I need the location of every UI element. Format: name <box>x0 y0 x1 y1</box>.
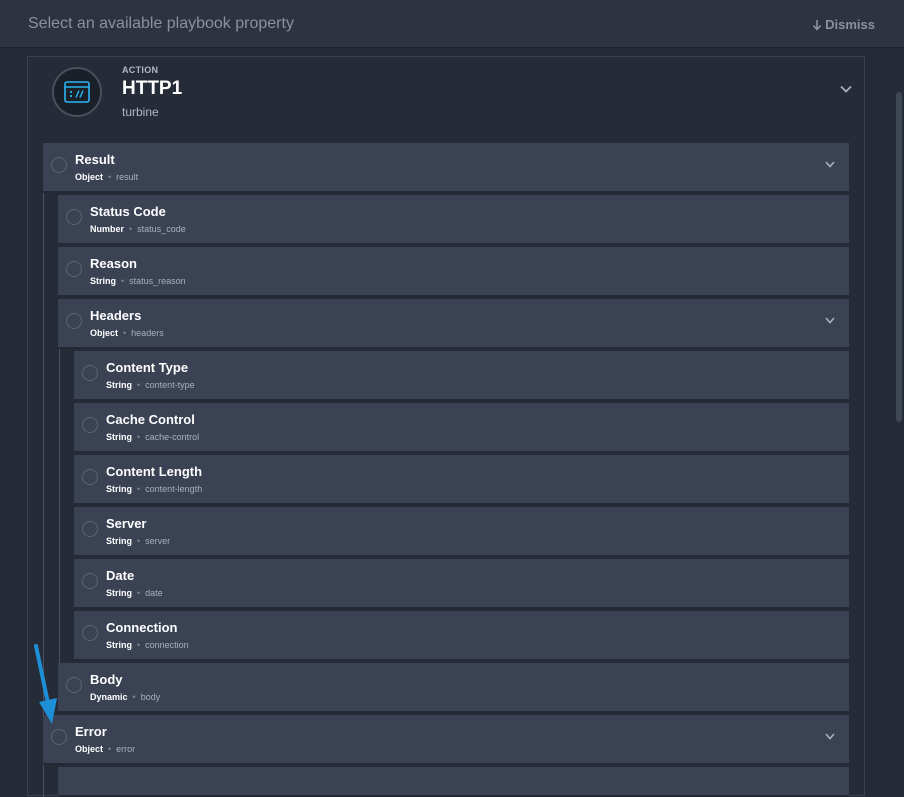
property-label: Content Type <box>106 360 189 375</box>
property-row-reason[interactable]: Reason String • status_reason <box>58 247 849 297</box>
chevron-down-icon[interactable] <box>825 317 835 324</box>
property-row-content-type[interactable]: Content Type String • content-type <box>74 351 849 401</box>
chevron-down-icon[interactable] <box>825 733 835 740</box>
property-meta: Object • error <box>75 744 136 754</box>
action-kind-label: ACTION <box>122 65 159 75</box>
property-row-partial[interactable] <box>58 767 849 797</box>
property-label: Error <box>75 724 107 739</box>
radio-button[interactable] <box>82 521 98 537</box>
property-meta: String • status_reason <box>90 276 186 286</box>
property-meta: String • server <box>106 536 171 546</box>
chevron-down-icon[interactable] <box>840 85 852 93</box>
radio-button[interactable] <box>82 365 98 381</box>
property-row-server[interactable]: Server String • server <box>74 507 849 557</box>
property-meta: Number • status_code <box>90 224 186 234</box>
radio-button[interactable] <box>82 625 98 641</box>
annotation-arrow-icon <box>34 644 57 724</box>
property-meta: Object • headers <box>90 328 164 338</box>
page-title: Select an available playbook property <box>28 15 294 32</box>
property-row-connection[interactable]: Connection String • connection <box>74 611 849 661</box>
property-meta: String • cache-control <box>106 432 200 442</box>
property-label: Content Length <box>106 464 203 479</box>
property-row-headers[interactable]: Headers Object • headers <box>58 299 849 349</box>
radio-button[interactable] <box>51 157 67 173</box>
property-row-error[interactable]: Error Object • error <box>43 715 849 765</box>
property-label: Result <box>75 152 115 167</box>
property-meta: Object • result <box>75 172 139 182</box>
property-label: Cache Control <box>106 412 195 427</box>
http-action-icon <box>52 67 102 117</box>
property-row-status-code[interactable]: Status Code Number • status_code <box>58 195 849 245</box>
property-meta: String • connection <box>106 640 189 650</box>
property-meta: Dynamic • body <box>90 692 161 702</box>
property-label: Date <box>106 568 135 583</box>
property-label: Status Code <box>90 204 166 219</box>
property-meta: String • date <box>106 588 163 598</box>
property-row-date[interactable]: Date String • date <box>74 559 849 609</box>
scrollbar-thumb[interactable] <box>896 92 902 422</box>
property-label: Body <box>90 672 123 687</box>
radio-button[interactable] <box>51 729 67 745</box>
property-meta: String • content-type <box>106 380 195 390</box>
chevron-down-icon[interactable] <box>825 161 835 168</box>
radio-button[interactable] <box>66 209 82 225</box>
top-bar: Select an available playbook property Di… <box>0 0 904 48</box>
property-row-content-length[interactable]: Content Length String • content-length <box>74 455 849 505</box>
tree-guide-line <box>59 347 60 663</box>
radio-button[interactable] <box>66 313 82 329</box>
radio-button[interactable] <box>82 469 98 485</box>
property-row-result[interactable]: Result Object • result <box>43 143 849 193</box>
property-meta: String • content-length <box>106 484 203 494</box>
property-label: Connection <box>106 620 178 635</box>
property-panel: ACTION HTTP1 turbine Result Object • resul… <box>27 56 865 797</box>
property-row-cache-control[interactable]: Cache Control String • cache-control <box>74 403 849 453</box>
dismiss-button[interactable]: Dismiss <box>812 17 875 32</box>
radio-button[interactable] <box>82 417 98 433</box>
action-subtitle: turbine <box>122 105 159 119</box>
action-header[interactable]: ACTION HTTP1 turbine <box>28 57 864 139</box>
arrow-down-icon <box>813 19 822 31</box>
property-label: Server <box>106 516 147 531</box>
radio-button[interactable] <box>66 677 82 693</box>
action-name: HTTP1 <box>122 78 183 99</box>
property-label: Reason <box>90 256 137 271</box>
property-row-body[interactable]: Body Dynamic • body <box>58 663 849 713</box>
radio-button[interactable] <box>82 573 98 589</box>
dismiss-label: Dismiss <box>825 17 875 32</box>
property-label: Headers <box>90 308 142 323</box>
radio-button[interactable] <box>66 261 82 277</box>
